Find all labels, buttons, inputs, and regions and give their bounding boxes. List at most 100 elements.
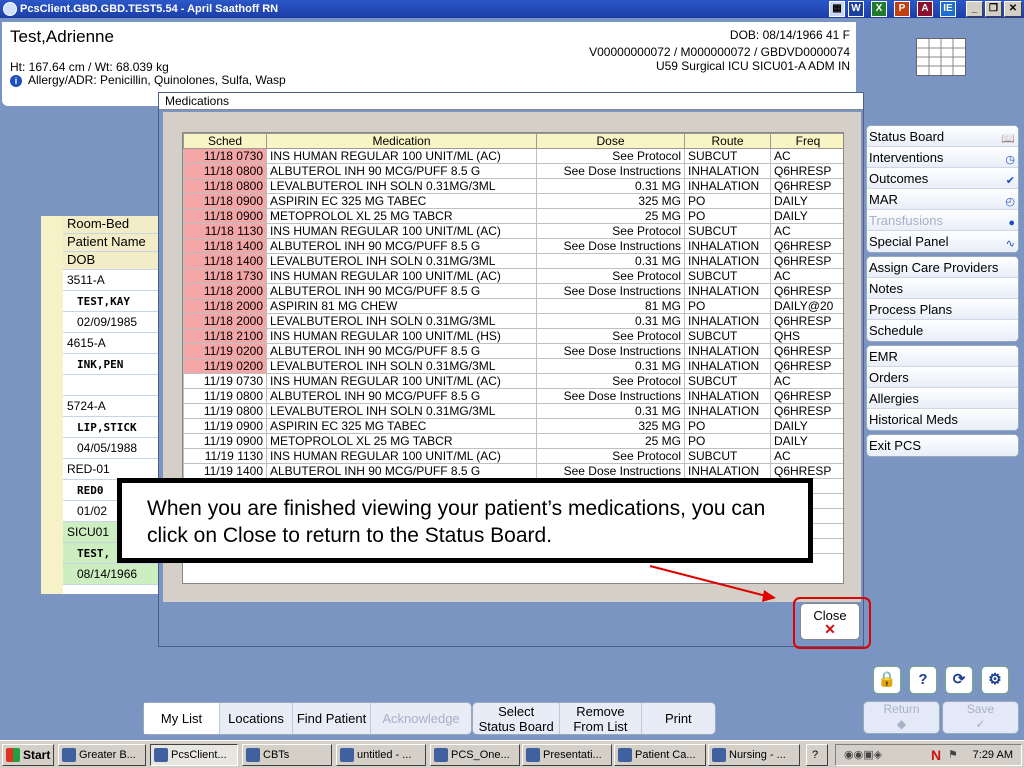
nav-item-notes[interactable]: Notes: [867, 278, 1018, 299]
settings-button[interactable]: ⚙: [981, 666, 1009, 694]
nav-item-outcomes[interactable]: Outcomes ✔: [867, 168, 1018, 189]
save-button[interactable]: Save ✓: [942, 701, 1019, 734]
list-room-bed[interactable]: RED-01: [63, 459, 163, 480]
restore-button[interactable]: ❐: [985, 1, 1002, 17]
table-row[interactable]: 11/18 2100 INS HUMAN REGULAR 100 UNIT/ML …: [183, 328, 843, 344]
tab-my-list[interactable]: My List: [144, 703, 220, 734]
list-room-bed[interactable]: 5724-A: [63, 396, 163, 417]
cell-dose: 0.31 MG: [536, 178, 685, 194]
cell-sched: 11/19 0800: [183, 388, 267, 404]
nav-item-interventions[interactable]: Interventions ◷: [867, 147, 1018, 168]
info-icon[interactable]: i: [10, 75, 22, 87]
table-row[interactable]: 11/19 0900 ASPIRIN EC 325 MG TABEC 325 MG P…: [183, 418, 843, 434]
nav-group-exit: Exit PCS: [866, 434, 1019, 457]
tab-print[interactable]: Print: [642, 703, 715, 734]
taskbar-item[interactable]: PcsClient...: [150, 744, 238, 766]
taskbar-item[interactable]: PCS_One...: [430, 744, 520, 766]
help-tray-button[interactable]: ?: [806, 744, 828, 766]
quick-launch-icon[interactable]: A: [917, 1, 933, 17]
table-row[interactable]: 11/19 1400 ALBUTEROL INH 90 MCG/PUFF 8.5 …: [183, 463, 843, 479]
nav-item-emr[interactable]: EMR: [867, 346, 1018, 367]
tab-remove-from-list[interactable]: Remove From List: [560, 703, 642, 734]
patient-allergies[interactable]: i Allergy/ADR: Penicillin, Quinolones, Su…: [10, 73, 286, 87]
table-row[interactable]: 11/18 2000 LEVALBUTEROL INH SOLN 0.31MG/3…: [183, 313, 843, 329]
cell-dose: 81 MG: [536, 298, 685, 314]
nav-item-schedule[interactable]: Schedule: [867, 320, 1018, 341]
table-row[interactable]: 11/18 1400 ALBUTEROL INH 90 MCG/PUFF 8.5 …: [183, 238, 843, 254]
tab-locations[interactable]: Locations: [220, 703, 293, 734]
patient-dob: DOB: 08/14/1966 41 F: [729, 28, 850, 42]
ecg-icon: ∿: [1005, 238, 1015, 250]
table-row[interactable]: 11/19 0800 ALBUTEROL INH 90 MCG/PUFF 8.5 …: [183, 388, 843, 404]
list-patient-name[interactable]: LIP,STICK: [63, 417, 163, 438]
taskbar-item[interactable]: Patient Ca...: [614, 744, 706, 766]
return-button[interactable]: Return ◆: [863, 701, 940, 734]
nav-item-status-board[interactable]: Status Board 📖: [867, 126, 1018, 147]
help-button[interactable]: ?: [909, 666, 937, 694]
table-row[interactable]: 11/19 1130 INS HUMAN REGULAR 100 UNIT/ML …: [183, 448, 843, 464]
cell-freq: AC: [770, 373, 843, 389]
nav-item-mar[interactable]: MAR ◴: [867, 189, 1018, 210]
cell-route: PO: [684, 193, 771, 209]
nav-item-assign-care-providers[interactable]: Assign Care Providers: [867, 257, 1018, 278]
table-row[interactable]: 11/18 1130 INS HUMAN REGULAR 100 UNIT/ML …: [183, 223, 843, 239]
column-header-medication[interactable]: Medication: [266, 133, 537, 149]
table-row[interactable]: 11/18 2000 ASPIRIN 81 MG CHEW 81 MG PO DAILY…: [183, 298, 843, 314]
table-row[interactable]: 11/18 2000 ALBUTEROL INH 90 MCG/PUFF 8.5 …: [183, 283, 843, 299]
quick-launch-icon[interactable]: P: [894, 1, 910, 17]
taskbar-item[interactable]: CBTs: [242, 744, 332, 766]
table-row[interactable]: 11/19 0200 ALBUTEROL INH 90 MCG/PUFF 8.5 …: [183, 343, 843, 359]
table-row[interactable]: 11/18 0800 ALBUTEROL INH 90 MCG/PUFF 8.5 …: [183, 163, 843, 179]
table-row[interactable]: 11/18 1730 INS HUMAN REGULAR 100 UNIT/ML …: [183, 268, 843, 284]
quick-launch-icon[interactable]: IE: [940, 1, 956, 17]
table-row[interactable]: 11/18 0900 METOPROLOL XL 25 MG TABCR 25 MG…: [183, 208, 843, 224]
list-room-bed[interactable]: 3511-A: [63, 270, 163, 291]
column-header-dose[interactable]: Dose: [536, 133, 685, 149]
cell-dose: See Dose Instructions: [536, 163, 685, 179]
column-header-route[interactable]: Route: [684, 133, 771, 149]
quick-launch-icon[interactable]: X: [871, 1, 887, 17]
list-room-bed[interactable]: 4615-A: [63, 333, 163, 354]
taskbar-config-icon[interactable]: ▦: [829, 1, 845, 17]
cell-freq: Q6HRESP: [770, 343, 843, 359]
table-row[interactable]: 11/18 0800 LEVALBUTEROL INH SOLN 0.31MG/3…: [183, 178, 843, 194]
tab-find-patient[interactable]: Find Patient: [293, 703, 371, 734]
list-patient-name[interactable]: INK,PEN: [63, 354, 163, 375]
close-window-button[interactable]: ✕: [1004, 1, 1022, 17]
column-header-freq[interactable]: Freq: [770, 133, 843, 149]
cell-dose: See Dose Instructions: [536, 388, 685, 404]
taskbar-item[interactable]: Nursing - ...: [708, 744, 800, 766]
table-row[interactable]: 11/19 0730 INS HUMAN REGULAR 100 UNIT/ML …: [183, 373, 843, 389]
tab-select-status-board[interactable]: Select Status Board: [473, 703, 561, 734]
cell-route: PO: [684, 298, 771, 314]
table-row[interactable]: 11/19 0800 LEVALBUTEROL INH SOLN 0.31MG/3…: [183, 403, 843, 419]
refresh-button[interactable]: ⟳: [945, 666, 973, 694]
table-row[interactable]: 11/18 1400 LEVALBUTEROL INH SOLN 0.31MG/3…: [183, 253, 843, 269]
start-button[interactable]: Start: [2, 744, 54, 766]
taskbar-item[interactable]: Greater B...: [58, 744, 146, 766]
table-row[interactable]: 11/19 0200 LEVALBUTEROL INH SOLN 0.31MG/3…: [183, 358, 843, 374]
lock-button[interactable]: 🔒: [873, 666, 901, 694]
taskbar-item[interactable]: untitled - ...: [336, 744, 426, 766]
cell-dose: 325 MG: [536, 193, 685, 209]
taskbar-item[interactable]: Presentati...: [522, 744, 612, 766]
nav-item-label: MAR: [869, 192, 898, 207]
close-button[interactable]: Close ✕: [800, 603, 860, 640]
nav-item-label: Assign Care Providers: [869, 260, 999, 275]
list-patient-name[interactable]: TEST,KAY: [63, 291, 163, 312]
table-row[interactable]: 11/18 0900 ASPIRIN EC 325 MG TABEC 325 MG P…: [183, 193, 843, 209]
column-header-sched[interactable]: Sched: [183, 133, 267, 149]
cell-dose: See Protocol: [536, 328, 685, 344]
nav-item-historical-meds[interactable]: Historical Meds: [867, 409, 1018, 430]
nav-item-allergies[interactable]: Allergies: [867, 388, 1018, 409]
quick-launch-icon[interactable]: W: [848, 1, 864, 17]
table-row[interactable]: 11/18 0730 INS HUMAN REGULAR 100 UNIT/ML …: [183, 148, 843, 164]
nav-item-exit-pcs[interactable]: Exit PCS: [867, 435, 1018, 456]
nav-item-special-panel[interactable]: Special Panel ∿: [867, 231, 1018, 252]
nav-item-label: Historical Meds: [869, 412, 958, 427]
table-row[interactable]: 11/19 0900 METOPROLOL XL 25 MG TABCR 25 MG…: [183, 433, 843, 449]
nav-item-process-plans[interactable]: Process Plans: [867, 299, 1018, 320]
nav-item-orders[interactable]: Orders: [867, 367, 1018, 388]
nav-group-care: Assign Care Providers Notes Process Plans S…: [866, 256, 1019, 342]
minimize-button[interactable]: _: [966, 1, 983, 17]
